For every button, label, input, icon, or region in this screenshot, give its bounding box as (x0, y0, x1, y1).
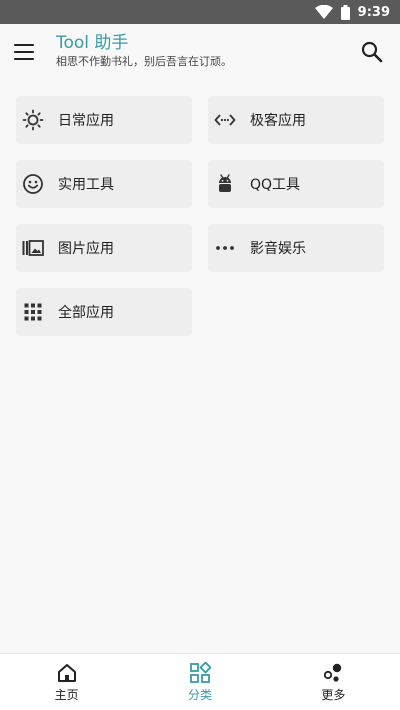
category-label: 全部应用 (58, 305, 114, 321)
nav-home[interactable]: 主页 (0, 654, 133, 710)
code-icon (214, 109, 236, 131)
category-label: 图片应用 (58, 241, 114, 257)
category-label: 影音娱乐 (250, 241, 306, 257)
nav-more[interactable]: 更多 (267, 654, 400, 710)
more-horizontal-icon (214, 237, 236, 259)
nav-home-label: 主页 (54, 687, 79, 702)
category-label: 极客应用 (250, 113, 306, 129)
nav-category-label: 分类 (187, 687, 212, 702)
search-icon[interactable] (360, 40, 384, 64)
category-geek-apps[interactable]: 极客应用 (208, 96, 384, 144)
category-icon (189, 661, 211, 684)
category-image-apps[interactable]: 图片应用 (16, 224, 192, 272)
app-bar: Tool 助手 相思不作勤书礼，别后吾言在订顽。 (0, 24, 400, 80)
wifi-icon (314, 5, 333, 19)
sun-icon (22, 109, 44, 131)
image-icon (22, 237, 44, 259)
bottom-nav: 主页 分类 更多 (0, 653, 400, 710)
home-icon (56, 662, 78, 684)
category-media-entertainment[interactable]: 影音娱乐 (208, 224, 384, 272)
menu-icon[interactable] (14, 38, 42, 66)
category-qq-tools[interactable]: QQ工具 (208, 160, 384, 208)
category-all-apps[interactable]: 全部应用 (16, 288, 192, 336)
status-time: 9:39 (357, 4, 390, 20)
category-label: 日常应用 (58, 113, 114, 129)
app-title: Tool 助手 (56, 33, 129, 53)
app-subtitle: 相思不作勤书礼，别后吾言在订顽。 (56, 55, 232, 68)
category-daily-apps[interactable]: 日常应用 (16, 96, 192, 144)
category-label: 实用工具 (58, 177, 114, 193)
android-icon (214, 173, 236, 195)
nav-more-label: 更多 (321, 687, 346, 702)
nav-category[interactable]: 分类 (133, 654, 266, 710)
status-bar: 9:39 (0, 0, 400, 24)
battery-icon (340, 4, 350, 20)
category-utility-tools[interactable]: 实用工具 (16, 160, 192, 208)
category-label: QQ工具 (250, 177, 301, 193)
smile-icon (22, 173, 44, 195)
grid-icon (22, 301, 44, 323)
bubbles-icon (322, 662, 344, 684)
